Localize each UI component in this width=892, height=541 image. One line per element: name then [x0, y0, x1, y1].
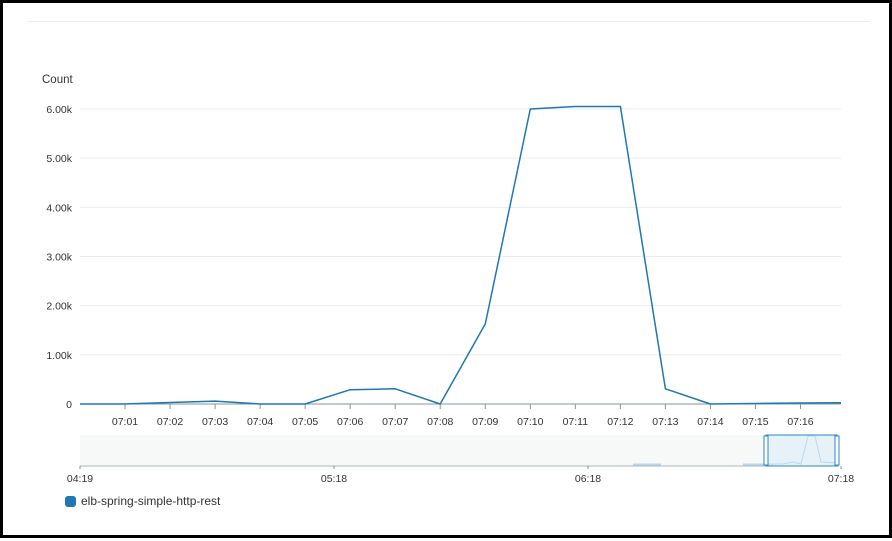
y-tick-label: 6.00k [46, 104, 72, 116]
navigator-background [80, 435, 839, 466]
y-tick-label: 3.00k [46, 252, 72, 264]
line-chart: 0 1.00k 2.00k 3.00k 4.00k 5.00k 6.00k 07:01 07:0… [46, 104, 854, 485]
x-tick-label: 07:01 [112, 416, 138, 428]
x-tick-label: 07:15 [742, 416, 768, 428]
x-tick-label: 07:05 [292, 416, 318, 428]
navigator-tick-label: 04:19 [67, 473, 93, 485]
navigator-tick-label: 05:18 [321, 473, 347, 485]
series-line-0 [80, 105, 842, 405]
x-tick-label: 07:06 [337, 416, 363, 428]
y-tick-label: 5.00k [46, 153, 72, 165]
x-tick-label: 07:09 [472, 416, 498, 428]
x-tick-label: 07:02 [157, 416, 183, 428]
legend-label: elb-spring-simple-http-rest [81, 494, 221, 508]
navigator-selection [765, 434, 838, 467]
x-tick-label: 07:04 [247, 416, 273, 428]
y-tick-label: 1.00k [46, 350, 72, 362]
x-tick-label: 07:16 [787, 416, 813, 428]
y-tick-label: 0 [66, 399, 72, 411]
x-tick-label: 07:07 [382, 416, 408, 428]
navigator-tick-label: 07:18 [828, 473, 854, 485]
x-tick-label: 07:13 [652, 416, 678, 428]
y-tick-label: 4.00k [46, 202, 72, 214]
x-tick-label: 07:12 [607, 416, 633, 428]
legend-swatch [65, 495, 76, 507]
x-tick-label: 07:03 [202, 416, 228, 428]
x-tick-label: 07:14 [697, 416, 723, 428]
y-tick-label: 2.00k [46, 301, 72, 313]
navigator-tick-label: 06:18 [575, 473, 601, 485]
legend[interactable]: elb-spring-simple-http-rest [65, 494, 220, 508]
x-tick-label: 07:08 [427, 416, 453, 428]
x-tick-label: 07:11 [563, 416, 589, 428]
chart-panel: Count 0 1.00k 2.00k 3.00k 4.00k 5.00k 6.00k 07:… [0, 0, 892, 538]
navigator-handle[interactable] [834, 435, 840, 466]
x-tick-label: 07:10 [517, 416, 543, 428]
navigator-handle[interactable] [763, 435, 769, 466]
